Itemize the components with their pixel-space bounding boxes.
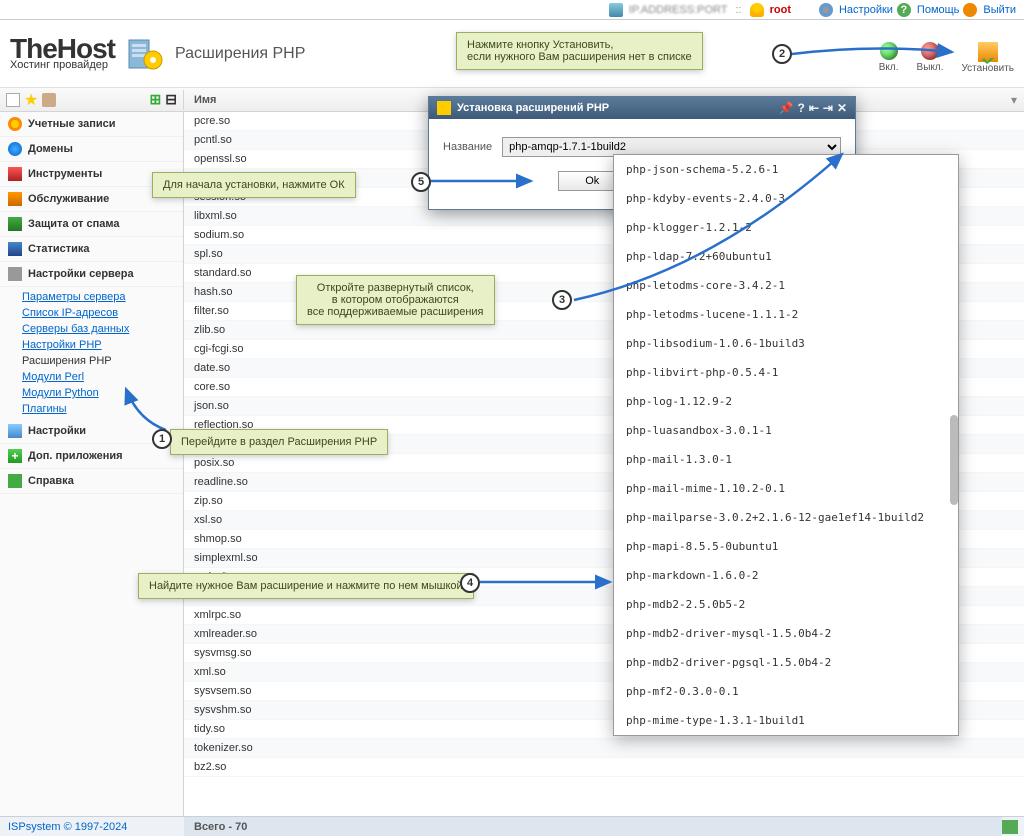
top-bar: IP.ADDRESS:PORT :: root Настройки ? Помо… (0, 0, 1024, 20)
modal-help-icon[interactable]: ? (797, 101, 804, 115)
dropdown-option[interactable]: php-mail-1.3.0-1 (614, 445, 958, 474)
shield-icon (8, 217, 22, 231)
sub-server-params[interactable]: Параметры сервера (22, 289, 183, 305)
dropdown-option[interactable]: php-mdb2-driver-mysql-1.5.0b4-2 (614, 619, 958, 648)
wrench-icon (8, 192, 22, 206)
badge-4: 4 (460, 573, 480, 593)
dropdown-option[interactable]: php-log-1.12.9-2 (614, 387, 958, 416)
exit-link[interactable]: Выйти (983, 4, 1016, 16)
sub-db-servers[interactable]: Серверы баз данных (22, 321, 183, 337)
user-icon (750, 3, 764, 17)
chart-icon (8, 242, 22, 256)
dropdown-option[interactable]: php-mf2-0.3.0-0.1 (614, 677, 958, 706)
dropdown-option[interactable]: php-luasandbox-3.0.1-1 (614, 416, 958, 445)
accounts-icon (8, 117, 22, 131)
logo: TheHost Хостинг провайдер (10, 37, 115, 70)
export-xls-icon[interactable] (1002, 820, 1018, 834)
sub-php-settings[interactable]: Настройки PHP (22, 337, 183, 353)
dropdown-option[interactable]: php-libvirt-php-0.5.4-1 (614, 358, 958, 387)
expand-icon[interactable]: ⊞ (150, 91, 162, 108)
dropdown-option[interactable]: php-markdown-1.6.0-2 (614, 561, 958, 590)
sidebar-item-stats[interactable]: Статистика (0, 237, 183, 262)
book-icon (8, 474, 22, 488)
sidebar-item-domains[interactable]: Домены (0, 137, 183, 162)
server-gear-icon (125, 34, 165, 74)
new-tab-icon[interactable] (6, 93, 20, 107)
server-ip: IP.ADDRESS:PORT (629, 4, 728, 16)
help-icon: ? (897, 3, 911, 17)
minimize-icon[interactable]: ⇤ (809, 101, 819, 115)
modal-title: Установка расширений PHP (457, 102, 609, 114)
sub-ip-list[interactable]: Список IP-адресов (22, 305, 183, 321)
dropdown-option[interactable]: php-mime-type-1.3.1-1build1 (614, 706, 958, 735)
name-label: Название (443, 141, 492, 153)
table-row[interactable]: tokenizer.so (184, 739, 1024, 758)
monitor-icon (609, 3, 623, 17)
dropdown-option[interactable]: php-mapi-8.5.5-0ubuntu1 (614, 532, 958, 561)
maximize-icon[interactable]: ⇥ (823, 101, 833, 115)
callout-1: Перейдите в раздел Расширения PHP (170, 429, 388, 455)
callout-5: Для начала установки, нажмите ОК (152, 172, 356, 198)
settings-icon (8, 424, 22, 438)
sidebar-item-spam[interactable]: Защита от спама (0, 212, 183, 237)
collapse-icon[interactable]: ⊟ (165, 91, 177, 108)
callout-4: Найдите нужное Вам расширение и нажмите … (138, 573, 474, 599)
tools-icon (8, 167, 22, 181)
table-row[interactable]: bz2.so (184, 758, 1024, 777)
sub-perl[interactable]: Модули Perl (22, 369, 183, 385)
pin-icon[interactable]: 📌 (779, 101, 794, 115)
settings-link[interactable]: Настройки (839, 4, 893, 16)
server-icon (8, 267, 22, 281)
badge-2: 2 (772, 44, 792, 64)
dropdown-option[interactable]: php-mdb2-driver-pgsql-1.5.0b4-2 (614, 648, 958, 677)
page-title: Расширения PHP (175, 45, 305, 63)
plus-icon: + (8, 449, 22, 463)
exit-icon (963, 3, 977, 17)
sidebar-item-accounts[interactable]: Учетные записи (0, 112, 183, 137)
badge-3: 3 (552, 290, 572, 310)
dropdown-option[interactable]: php-mdb2-2.5.0b5-2 (614, 590, 958, 619)
favorite-icon[interactable]: ★ (24, 90, 38, 110)
current-user: root (770, 4, 791, 16)
callout-2: Нажмите кнопку Установить, если нужного … (456, 32, 703, 70)
help-link[interactable]: Помощь (917, 4, 960, 16)
dropdown-option[interactable]: php-libsodium-1.0.6-1build3 (614, 329, 958, 358)
column-menu-icon[interactable]: ▾ (1011, 93, 1017, 107)
sidebar-item-apps[interactable]: +Доп. приложения (0, 444, 183, 469)
total-count: Всего - 70 (184, 817, 1002, 836)
badge-5: 5 (411, 172, 431, 192)
sidebar: Учетные записи Домены Инструменты Обслуж… (0, 112, 184, 816)
modal-icon (437, 101, 451, 115)
install-button[interactable]: Установить (962, 42, 1015, 74)
modal-header[interactable]: Установка расширений PHP 📌 ? ⇤ ⇥ ✕ (429, 97, 855, 119)
close-icon[interactable]: ✕ (837, 101, 847, 115)
dropdown-option[interactable]: php-mailparse-3.0.2+2.1.6-12-gae1ef14-1b… (614, 503, 958, 532)
settings-icon (819, 3, 833, 17)
sidebar-item-help[interactable]: Справка (0, 469, 183, 494)
dropdown-option[interactable]: php-mail-mime-1.10.2-0.1 (614, 474, 958, 503)
sub-php-extensions[interactable]: Расширения PHP (22, 353, 183, 369)
copyright-link[interactable]: ISPsystem © 1997-2024 (0, 821, 184, 833)
badge-1: 1 (152, 429, 172, 449)
scrollbar-thumb[interactable] (950, 415, 958, 505)
sidebar-item-server[interactable]: Настройки сервера (0, 262, 183, 287)
callout-3: Откройте развернутый список, в котором о… (296, 275, 495, 325)
globe-icon (8, 142, 22, 156)
status-bar: ISPsystem © 1997-2024 Всего - 70 (0, 816, 1024, 836)
clipboard-icon[interactable] (42, 93, 56, 107)
